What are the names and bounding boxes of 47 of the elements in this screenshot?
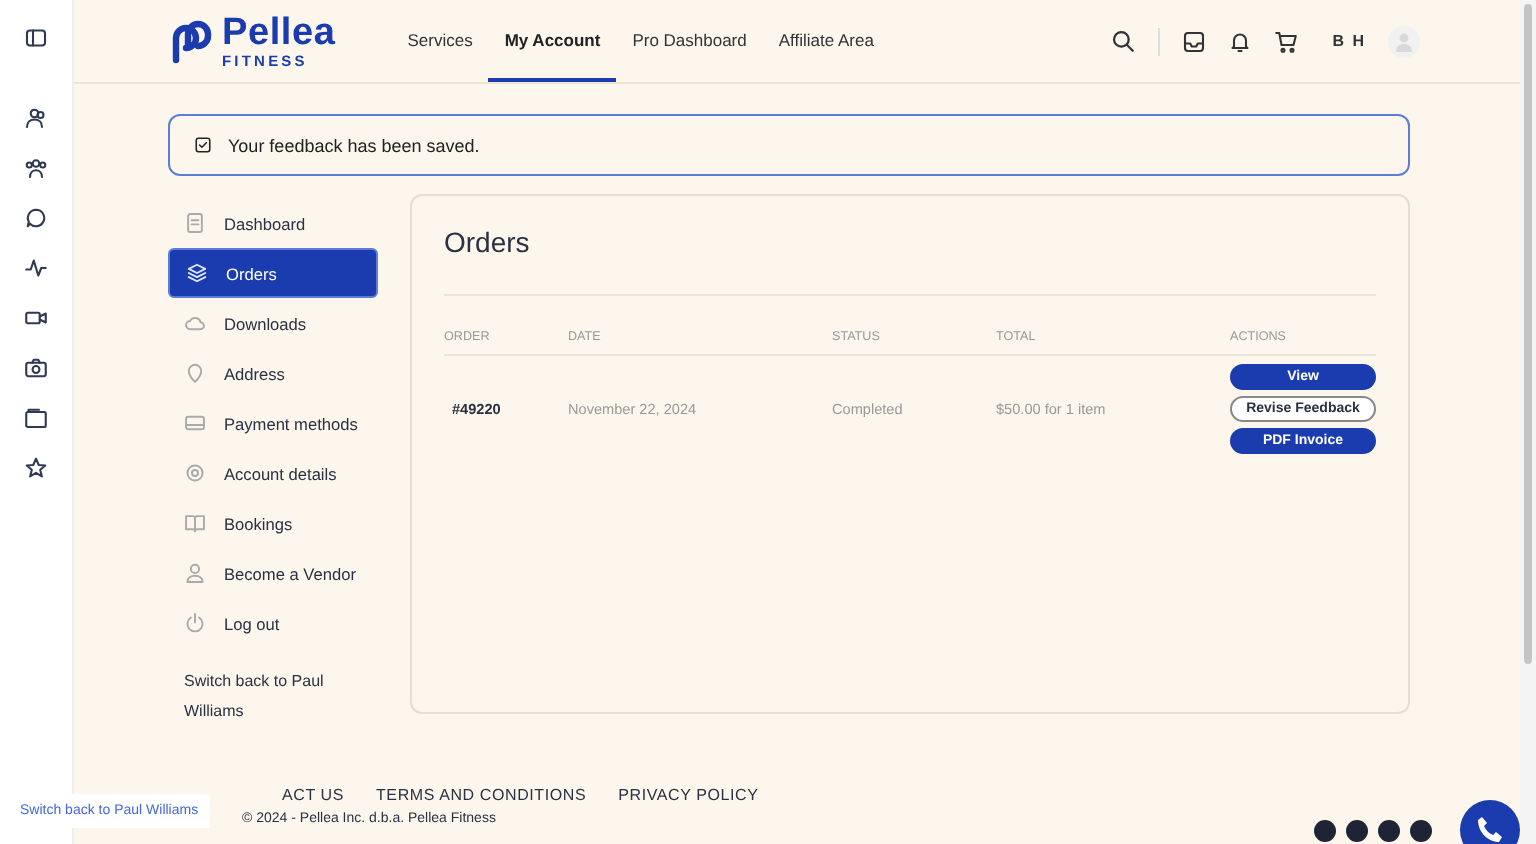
- gear-icon: [184, 462, 206, 484]
- orders-title: Orders: [444, 226, 1376, 296]
- user-initials[interactable]: B H: [1332, 32, 1366, 50]
- star-icon[interactable]: [24, 456, 48, 480]
- group-icon[interactable]: [24, 156, 48, 180]
- account-menu-item[interactable]: Downloads: [168, 298, 378, 348]
- credit-card-icon: [184, 412, 206, 434]
- nav-link[interactable]: Services: [391, 0, 489, 82]
- sidebar-toggle-icon[interactable]: [24, 26, 48, 50]
- account-menu-item[interactable]: Become a Vendor: [168, 548, 378, 598]
- scrollbar-thumb[interactable]: [1524, 4, 1532, 664]
- nav-link[interactable]: Affiliate Area: [762, 0, 890, 82]
- search-icon[interactable]: [1110, 28, 1137, 54]
- nav-link[interactable]: My Account: [488, 0, 617, 82]
- video-camera-icon[interactable]: [24, 306, 48, 330]
- phone-icon: [1474, 814, 1506, 844]
- nav-link[interactable]: Pro Dashboard: [616, 0, 763, 82]
- user-icon: [184, 562, 206, 584]
- switch-back-link[interactable]: Switch back to Paul Williams: [168, 648, 378, 726]
- footer-link[interactable]: TERMS AND CONDITIONS: [376, 786, 587, 804]
- cart-icon[interactable]: [1274, 29, 1299, 53]
- account-menu-item[interactable]: Dashboard: [168, 198, 378, 248]
- bell-icon[interactable]: [1228, 29, 1253, 53]
- camera-icon[interactable]: [24, 356, 48, 380]
- activity-icon[interactable]: [24, 256, 48, 280]
- account-menu-item[interactable]: Account details: [168, 448, 378, 498]
- account-menu-item[interactable]: Orders: [168, 248, 378, 298]
- checklist-icon: [194, 136, 212, 154]
- account-menu-item[interactable]: Payment methods: [168, 398, 378, 448]
- document-icon: [184, 212, 206, 234]
- notice-text: Your feedback has been saved.: [228, 135, 480, 155]
- inbox-icon[interactable]: [1182, 29, 1207, 53]
- book-icon: [184, 512, 206, 534]
- account-menu-item[interactable]: Address: [168, 348, 378, 398]
- chat-bubble-icon[interactable]: [24, 206, 48, 230]
- power-icon: [184, 612, 206, 634]
- cloud-icon: [184, 312, 206, 334]
- logo-icon: [168, 17, 216, 65]
- layers-icon: [186, 262, 208, 284]
- account-menu-item[interactable]: Bookings: [168, 498, 378, 548]
- folder-icon[interactable]: [24, 406, 48, 430]
- location-pin-icon: [184, 362, 206, 384]
- footer-link[interactable]: PRIVACY POLICY: [618, 786, 759, 804]
- account-menu-item[interactable]: Log out: [168, 598, 378, 648]
- logo-name: Pellea: [222, 13, 336, 52]
- users-icon[interactable]: [24, 106, 48, 130]
- footer-link[interactable]: ACT US: [282, 786, 344, 804]
